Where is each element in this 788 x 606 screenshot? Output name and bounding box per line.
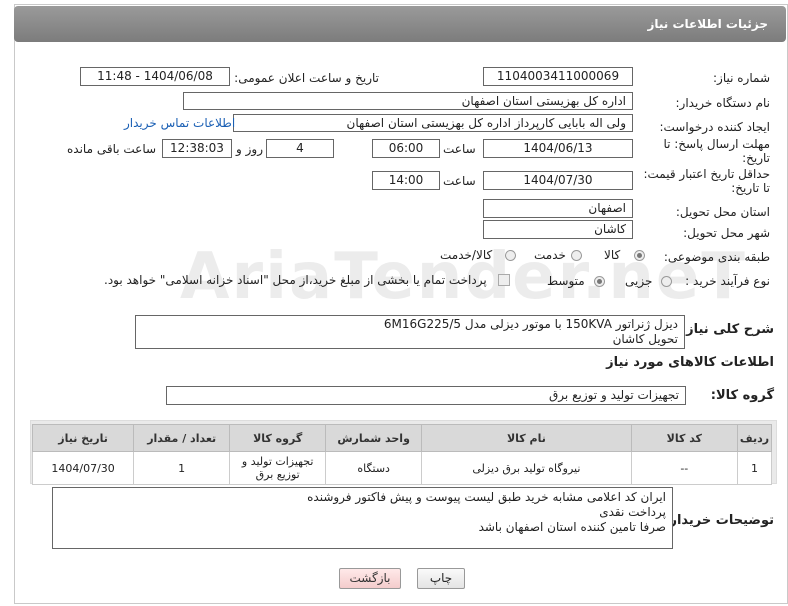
treasury-checkbox[interactable]: [498, 274, 510, 286]
deadline-time-label: ساعت: [443, 142, 476, 156]
buyer-notes-line-2: پرداخت نقدی: [599, 505, 666, 519]
category-option-goods-service: کالا/خدمت: [440, 248, 493, 262]
cell-goods-name: نیروگاه تولید برق دیزلی: [421, 451, 632, 485]
description-field: دیزل ژنراتور 150KVA با موتور دیزلی مدل 6…: [135, 315, 685, 349]
buyer-org-field: اداره کل بهزیستی استان اصفهان: [183, 92, 633, 110]
remaining-label: ساعت باقی مانده: [67, 142, 157, 156]
purchase-radio-minor[interactable]: [661, 276, 672, 287]
category-label: طبقه بندی موضوعی:: [663, 250, 770, 264]
description-label: شرح کلی نیاز:: [680, 322, 774, 337]
buyer-org-label: نام دستگاه خریدار:: [675, 96, 771, 110]
items-table-header-row: ردیف کد کالا نام کالا واحد شمارش گروه کا…: [31, 424, 773, 452]
col-goods-group: گروه کالا: [229, 424, 327, 452]
col-row-number: ردیف: [736, 424, 773, 452]
cell-quantity: 1: [133, 451, 231, 485]
buyer-notes-field: ایران کد اعلامی مشابه خرید طبق لیست پیوس…: [52, 487, 673, 549]
col-goods-code: کد کالا: [630, 424, 738, 452]
need-number-label: شماره نیاز:: [713, 71, 770, 85]
province-label: استان محل تحویل:: [675, 205, 770, 219]
city-field: کاشان: [483, 220, 633, 239]
deadline-date-field: 1404/06/13: [483, 139, 633, 158]
days-label: روز و: [236, 142, 263, 156]
category-radio-service[interactable]: [571, 250, 582, 261]
purchase-radio-medium[interactable]: [594, 276, 605, 287]
print-button[interactable]: چاپ: [417, 568, 465, 589]
items-table: ردیف کد کالا نام کالا واحد شمارش گروه کا…: [31, 424, 773, 485]
announce-field: 1404/06/08 - 11:48: [80, 67, 230, 86]
validity-time-label: ساعت: [443, 174, 476, 188]
purchase-type-label: نوع فرآیند خرید :: [685, 274, 770, 288]
description-line-2: تحویل کاشان: [612, 332, 678, 346]
category-option-goods: کالا: [604, 248, 621, 262]
validity-label: حداقل تاریخ اعتبار قیمت:: [643, 167, 770, 181]
announce-label: تاریخ و ساعت اعلان عمومی:: [234, 71, 379, 85]
col-goods-name: نام کالا: [421, 424, 632, 452]
contact-info-link[interactable]: اطلاعات تماس خریدار: [124, 116, 235, 130]
category-radio-goods-service[interactable]: [505, 250, 516, 261]
goods-info-title: اطلاعات کالاهای مورد نیاز: [606, 355, 774, 370]
need-number-field: 1104003411000069: [483, 67, 633, 86]
deadline-date-label: تاریخ:: [742, 151, 770, 165]
cell-row-number: 1: [736, 451, 773, 485]
goods-group-field: تجهیزات تولید و توزیع برق: [166, 386, 686, 405]
cell-goods-code: --: [630, 451, 738, 485]
buyer-notes-line-3: صرفا تامین کننده استان اصفهان باشد: [478, 520, 666, 534]
creator-field: ولی اله بابایی کارپرداز اداره کل بهزیستی…: [233, 114, 633, 132]
category-radio-goods[interactable]: [634, 250, 645, 261]
remaining-time-field: 12:38:03: [162, 139, 232, 158]
buyer-notes-label: توضیحات خریدار:: [664, 513, 774, 528]
treasury-note: پرداخت تمام یا بخشی از مبلغ خرید،از محل …: [104, 273, 487, 287]
description-line-1: دیزل ژنراتور 150KVA با موتور دیزلی مدل 6…: [383, 317, 678, 331]
creator-label: ایجاد کننده درخواست:: [659, 120, 770, 134]
panel-title: جزئیات اطلاعات نیاز: [647, 17, 768, 31]
validity-time-field: 14:00: [372, 171, 440, 190]
buyer-notes-line-1: ایران کد اعلامی مشابه خرید طبق لیست پیوس…: [307, 490, 666, 504]
goods-group-label: گروه کالا:: [710, 388, 774, 403]
col-unit: واحد شمارش: [325, 424, 423, 452]
remaining-days-field: 4: [266, 139, 334, 158]
panel-header: جزئیات اطلاعات نیاز: [14, 6, 786, 42]
category-option-service: خدمت: [534, 248, 566, 262]
col-need-date: تاریخ نیاز: [31, 424, 135, 452]
table-row: 1 -- نیروگاه تولید برق دیزلی دستگاه تجهی…: [31, 451, 773, 485]
cell-need-date: 1404/07/30: [31, 451, 135, 485]
validity-date-label: تا تاریخ:: [731, 181, 770, 195]
deadline-label: مهلت ارسال پاسخ: تا: [663, 137, 770, 151]
col-quantity: تعداد / مقدار: [133, 424, 231, 452]
cell-unit: دستگاه: [325, 451, 423, 485]
purchase-option-minor: جزیی: [625, 274, 653, 288]
cell-goods-group: تجهیزات تولید و توزیع برق: [229, 451, 327, 485]
city-label: شهر محل تحویل:: [683, 226, 770, 240]
province-field: اصفهان: [483, 199, 633, 218]
deadline-time-field: 06:00: [372, 139, 440, 158]
validity-date-field: 1404/07/30: [483, 171, 633, 190]
purchase-option-medium: متوسط: [547, 274, 585, 288]
back-button[interactable]: بازگشت: [339, 568, 401, 589]
